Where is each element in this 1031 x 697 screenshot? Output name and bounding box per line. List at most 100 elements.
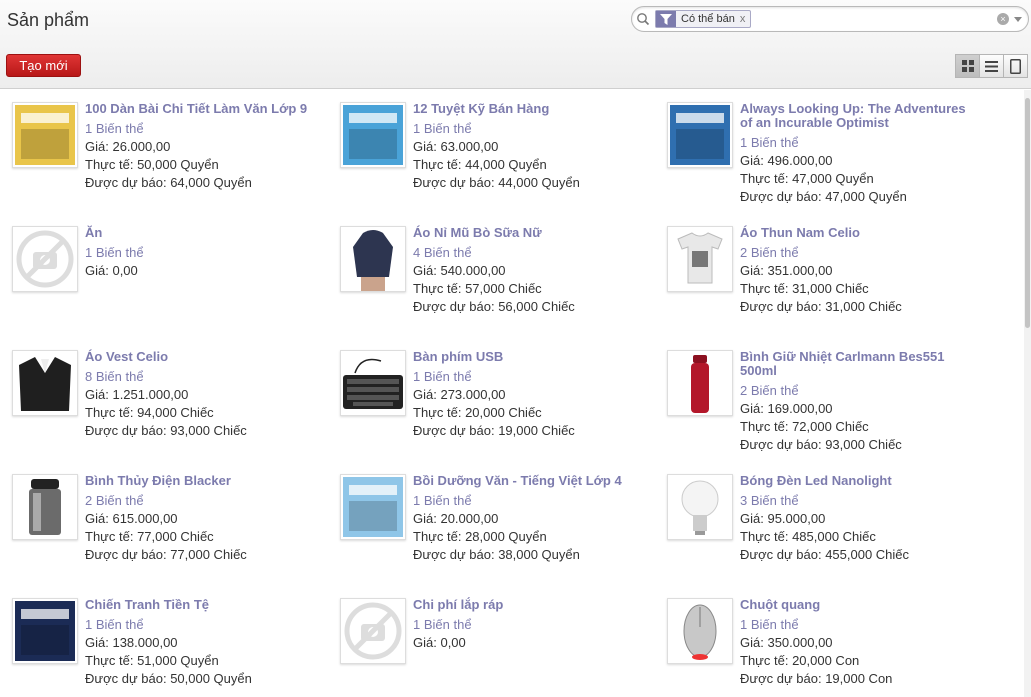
price-label: Giá: <box>85 635 113 650</box>
page-title: Sản phẩm <box>7 10 90 30</box>
search-input[interactable] <box>757 10 987 28</box>
product-variants-link[interactable]: 2 Biến thể <box>740 382 980 400</box>
price-label: Giá: <box>413 387 441 402</box>
product-image[interactable] <box>12 474 78 540</box>
product-card[interactable]: Bàn phím USB 1 Biến thể Giá: 273.000,00 T… <box>340 350 650 460</box>
thermos-bottle-icon <box>668 351 732 415</box>
product-card[interactable]: Áo Nỉ Mũ Bò Sữa Nữ 4 Biến thể Giá: 540.0… <box>340 226 650 336</box>
product-variants-link[interactable]: 1 Biến thể <box>413 120 653 138</box>
on-hand-label: Thực tế: <box>740 419 793 434</box>
product-name[interactable]: 12 Tuyệt Kỹ Bán Hàng <box>413 102 653 116</box>
product-card[interactable]: Bồi Dưỡng Văn - Tiếng Việt Lớp 4 1 Biến … <box>340 474 650 584</box>
forecast-value: 47,000 Quyển <box>825 189 907 204</box>
scrollbar-thumb[interactable] <box>1025 98 1030 328</box>
product-name[interactable]: Chiến Tranh Tiền Tệ <box>85 598 325 612</box>
product-variants-link[interactable]: 4 Biến thể <box>413 244 653 262</box>
product-variants-link[interactable]: 1 Biến thể <box>413 368 653 386</box>
product-variants-link[interactable]: 1 Biến thể <box>413 492 653 510</box>
product-image[interactable] <box>12 598 78 664</box>
form-view-button[interactable] <box>1003 54 1028 78</box>
product-image[interactable] <box>340 226 406 292</box>
product-forecast: Được dự báo: 455,000 Chiếc <box>740 546 980 564</box>
product-name[interactable]: Chi phí lắp ráp <box>413 598 653 612</box>
scrollbar[interactable] <box>1024 90 1031 697</box>
product-name[interactable]: Chuột quang <box>740 598 980 612</box>
price-value: 1.251.000,00 <box>112 387 189 402</box>
product-card[interactable]: Bình Thủy Điện Blacker 2 Biến thể Giá: 6… <box>12 474 322 584</box>
price-label: Giá: <box>740 153 768 168</box>
product-info: Chi phí lắp ráp 1 Biến thể Giá: 0,00 <box>413 598 653 652</box>
product-name[interactable]: Ăn <box>85 226 325 240</box>
create-button[interactable]: Tạo mới <box>6 54 81 77</box>
product-image[interactable] <box>667 226 733 292</box>
facet-remove-button[interactable]: x <box>740 13 746 25</box>
product-name[interactable]: 100 Dàn Bài Chi Tiết Làm Văn Lớp 9 <box>85 102 325 116</box>
product-image[interactable] <box>12 350 78 416</box>
product-variants-link[interactable]: 1 Biến thể <box>85 244 325 262</box>
product-variants-link[interactable]: 1 Biến thể <box>740 134 980 152</box>
product-card[interactable]: Always Looking Up: The Adventures of an … <box>667 102 977 212</box>
product-card[interactable]: 12 Tuyệt Kỹ Bán Hàng 1 Biến thể Giá: 63.… <box>340 102 650 212</box>
on-hand-value: 51,000 Quyển <box>137 653 219 668</box>
clear-search-icon[interactable]: × <box>997 13 1009 25</box>
product-card[interactable]: 100 Dàn Bài Chi Tiết Làm Văn Lớp 9 1 Biế… <box>12 102 322 212</box>
product-image[interactable] <box>667 598 733 664</box>
product-image[interactable] <box>340 102 406 168</box>
product-name[interactable]: Bồi Dưỡng Văn - Tiếng Việt Lớp 4 <box>413 474 653 488</box>
product-card[interactable]: Chiến Tranh Tiền Tệ 1 Biến thể Giá: 138.… <box>12 598 322 697</box>
product-variants-link[interactable]: 1 Biến thể <box>85 120 325 138</box>
product-name[interactable]: Bóng Đèn Led Nanolight <box>740 474 980 488</box>
search-icon[interactable] <box>636 12 650 26</box>
product-card[interactable]: Chuột quang 1 Biến thể Giá: 350.000,00 Th… <box>667 598 977 697</box>
product-image[interactable] <box>667 474 733 540</box>
product-image[interactable] <box>340 350 406 416</box>
product-image[interactable] <box>667 350 733 416</box>
product-card[interactable]: Áo Thun Nam Celio 2 Biến thể Giá: 351.00… <box>667 226 977 336</box>
price-label: Giá: <box>413 635 441 650</box>
product-card[interactable]: Ăn 1 Biến thể Giá: 0,00 <box>12 226 322 336</box>
product-card[interactable]: Bóng Đèn Led Nanolight 3 Biến thể Giá: 9… <box>667 474 977 584</box>
product-variants-link[interactable]: 3 Biến thể <box>740 492 980 510</box>
kanban-view-button[interactable] <box>955 54 980 78</box>
on-hand-label: Thực tế: <box>413 405 466 420</box>
product-card[interactable]: Bình Giữ Nhiệt Carlmann Bes551 500ml 2 B… <box>667 350 977 460</box>
product-name[interactable]: Áo Nỉ Mũ Bò Sữa Nữ <box>413 226 653 240</box>
product-card[interactable]: Chi phí lắp ráp 1 Biến thể Giá: 0,00 <box>340 598 650 697</box>
product-on-hand: Thực tế: 72,000 Chiếc <box>740 418 980 436</box>
price-label: Giá: <box>413 139 441 154</box>
product-variants-link[interactable]: 2 Biến thể <box>85 492 325 510</box>
product-card[interactable]: Áo Vest Celio 8 Biến thể Giá: 1.251.000,… <box>12 350 322 460</box>
product-on-hand: Thực tế: 77,000 Chiếc <box>85 528 325 546</box>
product-name[interactable]: Bình Thủy Điện Blacker <box>85 474 325 488</box>
form-icon <box>1010 58 1021 74</box>
product-price: Giá: 63.000,00 <box>413 138 653 156</box>
product-variants-link[interactable]: 2 Biến thể <box>740 244 980 262</box>
product-variants-link[interactable]: 1 Biến thể <box>85 616 325 634</box>
search-options-dropdown-icon[interactable] <box>1014 17 1022 22</box>
list-icon <box>985 60 998 72</box>
product-name[interactable]: Always Looking Up: The Adventures of an … <box>740 102 980 130</box>
product-image[interactable] <box>12 226 78 292</box>
product-variants-link[interactable]: 8 Biến thể <box>85 368 325 386</box>
product-variants-link[interactable]: 1 Biến thể <box>740 616 980 634</box>
on-hand-label: Thực tế: <box>85 157 138 172</box>
product-image[interactable] <box>12 102 78 168</box>
product-name[interactable]: Bình Giữ Nhiệt Carlmann Bes551 500ml <box>740 350 980 378</box>
list-view-button[interactable] <box>979 54 1004 78</box>
product-on-hand: Thực tế: 44,000 Quyển <box>413 156 653 174</box>
on-hand-value: 44,000 Quyển <box>465 157 547 172</box>
product-image[interactable] <box>340 474 406 540</box>
product-variants-link[interactable]: 1 Biến thể <box>413 616 653 634</box>
book-cover-icon <box>341 475 405 539</box>
search-box[interactable]: Có thể bán x × <box>631 6 1029 32</box>
computer-mouse-icon <box>668 599 732 663</box>
product-name[interactable]: Áo Thun Nam Celio <box>740 226 980 240</box>
forecast-label: Được dự báo: <box>85 671 171 686</box>
product-image[interactable] <box>340 598 406 664</box>
product-name[interactable]: Bàn phím USB <box>413 350 653 364</box>
forecast-label: Được dự báo: <box>85 175 171 190</box>
product-image[interactable] <box>667 102 733 168</box>
price-value: 496.000,00 <box>767 153 833 168</box>
product-name[interactable]: Áo Vest Celio <box>85 350 325 364</box>
price-label: Giá: <box>740 511 768 526</box>
